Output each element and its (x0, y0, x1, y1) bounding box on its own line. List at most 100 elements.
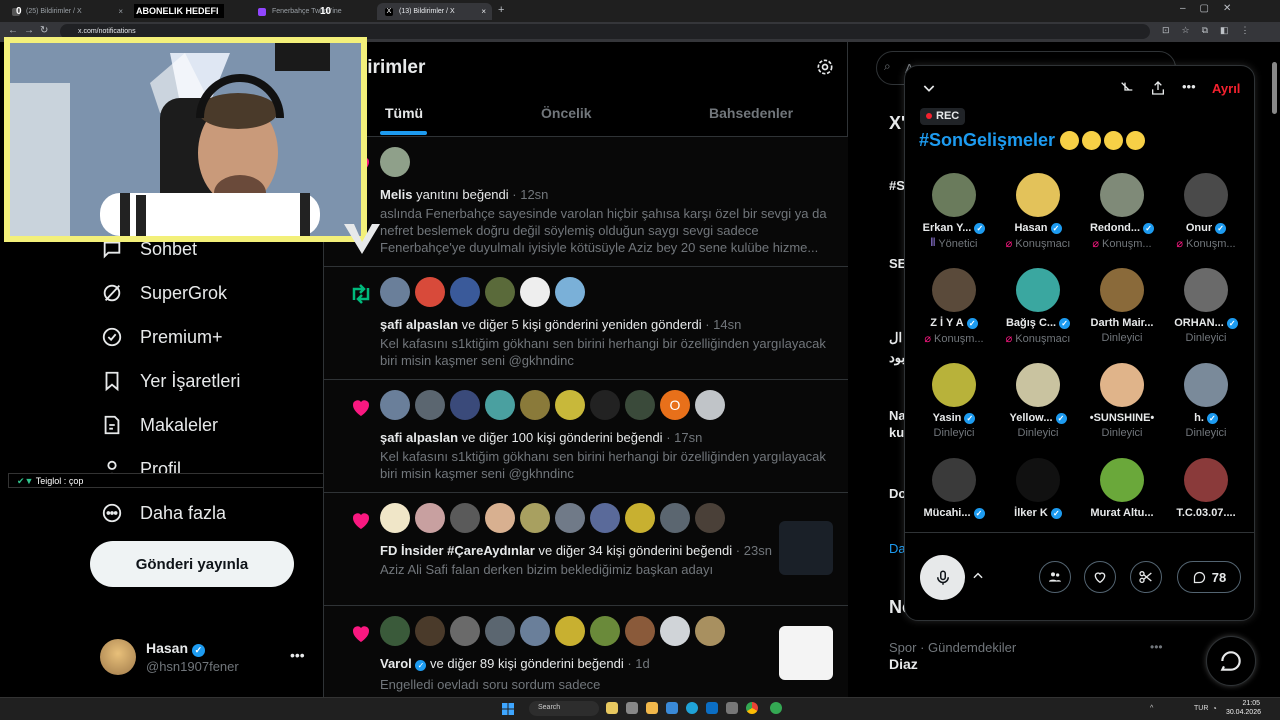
participant-avatar[interactable] (1184, 458, 1228, 502)
notification-item[interactable]: Melis yanıtını beğendi · 12sn aslında Fe… (324, 137, 848, 267)
avatar[interactable] (625, 503, 655, 533)
participant[interactable]: Darth Mair... Dinleyici (1080, 268, 1164, 360)
collapse-icon[interactable] (921, 80, 937, 101)
actor-name[interactable]: şafi alpaslan (380, 430, 458, 445)
tab-priority[interactable]: Öncelik (541, 105, 592, 121)
notification-item[interactable]: O şafi alpaslan ve diğer 100 kişi gönder… (324, 380, 848, 493)
avatar[interactable] (380, 503, 410, 533)
avatar[interactable] (660, 616, 690, 646)
participant[interactable]: Bağış C... ✓ ⌀ Konuşmacı (996, 268, 1080, 360)
comments-button[interactable]: 78 (1177, 561, 1241, 593)
new-tab-icon[interactable]: + (498, 4, 504, 16)
participant-avatar[interactable] (1100, 268, 1144, 312)
messages-fab[interactable] (1206, 636, 1256, 686)
taskbar-app-icon[interactable] (770, 702, 782, 714)
participant[interactable]: Murat Altu... (1080, 458, 1164, 550)
participant-avatar[interactable] (1184, 363, 1228, 407)
window-controls[interactable]: –▢✕ (1180, 3, 1245, 14)
participant-avatar[interactable] (932, 363, 976, 407)
store-icon[interactable] (706, 702, 718, 714)
nav-bookmarks[interactable]: Yer İşaretleri (100, 366, 240, 396)
avatar[interactable] (380, 147, 410, 177)
taskbar-search[interactable]: Search (529, 701, 599, 716)
avatar[interactable] (555, 277, 585, 307)
actor-name[interactable]: Varol (380, 656, 412, 671)
avatar[interactable] (485, 503, 515, 533)
reload-icon[interactable]: ↻ (40, 25, 48, 36)
participant[interactable]: Redond... ✓ ⌀ Konuşm... (1080, 173, 1164, 265)
taskbar-app-icon[interactable] (606, 702, 618, 714)
minimize-icon[interactable] (1119, 80, 1135, 101)
avatar[interactable]: O (660, 390, 690, 420)
participant-avatar[interactable] (1184, 173, 1228, 217)
file-explorer-icon[interactable] (646, 702, 658, 714)
participant[interactable]: •SUNSHINE• Dinleyici (1080, 363, 1164, 455)
forward-icon[interactable]: → (24, 25, 34, 36)
participant[interactable]: Yellow... ✓ Dinleyici (996, 363, 1080, 455)
participant[interactable]: Hasan ✓ ⌀ Konuşmacı (996, 173, 1080, 265)
taskbar-app-icon[interactable] (626, 702, 638, 714)
participant[interactable]: ORHAN... ✓ Dinleyici (1164, 268, 1248, 360)
participant[interactable]: T.C.03.07.... (1164, 458, 1248, 550)
tray-chevron-icon[interactable]: ^ (1150, 705, 1153, 712)
avatar[interactable] (450, 277, 480, 307)
post-button[interactable]: Gönderi yayınla (90, 541, 294, 587)
participant[interactable]: Yasin ✓ Dinleyici (912, 363, 996, 455)
participant-avatar[interactable] (1184, 268, 1228, 312)
nav-more[interactable]: Daha fazla (100, 498, 226, 528)
tab-all[interactable]: Tümü (385, 105, 423, 121)
participant-avatar[interactable] (932, 458, 976, 502)
close-tab-icon[interactable]: × (481, 7, 486, 16)
share-icon[interactable] (1150, 80, 1166, 101)
avatar[interactable] (450, 616, 480, 646)
nav-premium[interactable]: Premium+ (100, 322, 223, 352)
avatar[interactable] (625, 390, 655, 420)
tab-notifications-13[interactable]: X (13) Bildirimler / X × (377, 3, 492, 20)
avatar[interactable] (520, 277, 550, 307)
clock-date[interactable]: 30.04.2026 (1225, 709, 1261, 716)
avatar[interactable] (590, 390, 620, 420)
trend-name[interactable]: Diaz (889, 656, 918, 672)
avatar[interactable] (485, 616, 515, 646)
people-button[interactable] (1039, 561, 1071, 593)
avatar[interactable] (380, 616, 410, 646)
avatar[interactable] (590, 503, 620, 533)
avatar[interactable] (415, 390, 445, 420)
avatar[interactable] (520, 390, 550, 420)
participant[interactable]: h. ✓ Dinleyici (1164, 363, 1248, 455)
notification-item[interactable]: FD İnsider #ÇareAydınlar ve diğer 34 kiş… (324, 493, 848, 606)
avatar[interactable] (590, 616, 620, 646)
avatar[interactable] (450, 390, 480, 420)
avatar[interactable] (520, 503, 550, 533)
participant-avatar[interactable] (1016, 173, 1060, 217)
avatar[interactable] (695, 616, 725, 646)
account-menu-icon[interactable]: ••• (290, 647, 305, 663)
participant-avatar[interactable] (1016, 268, 1060, 312)
participant-avatar[interactable] (1016, 363, 1060, 407)
tab-mentions[interactable]: Bahsedenler (709, 105, 793, 121)
participant[interactable]: Mücahi... ✓ (912, 458, 996, 550)
avatar[interactable] (555, 390, 585, 420)
more-options-icon[interactable]: ••• (1182, 79, 1196, 94)
avatar[interactable] (450, 503, 480, 533)
leave-button[interactable]: Ayrıl (1212, 81, 1240, 96)
nav-articles[interactable]: Makaleler (100, 410, 218, 440)
settings-icon[interactable] (815, 57, 835, 82)
windows-start-icon[interactable] (502, 702, 514, 715)
chrome-icon[interactable] (746, 702, 758, 714)
participant[interactable]: Onur ✓ ⌀ Konuşm... (1164, 173, 1248, 265)
avatar[interactable] (415, 277, 445, 307)
post-thumbnail[interactable] (779, 626, 833, 680)
avatar[interactable] (415, 616, 445, 646)
avatar[interactable] (485, 390, 515, 420)
avatar[interactable] (660, 503, 690, 533)
scrollbar-thumb[interactable] (1272, 62, 1277, 114)
participant-avatar[interactable] (1100, 363, 1144, 407)
nav-supergrok[interactable]: SuperGrok (100, 278, 227, 308)
avatar[interactable] (695, 503, 725, 533)
participant[interactable]: Erkan Y... ✓ ⦀ Yönetici (912, 173, 996, 265)
taskbar-app-icon[interactable] (666, 702, 678, 714)
notification-item[interactable]: Varol ✓ ve diğer 89 kişi gönderini beğen… (324, 606, 848, 697)
avatar[interactable] (380, 390, 410, 420)
language-indicator[interactable]: TUR (1194, 705, 1208, 712)
